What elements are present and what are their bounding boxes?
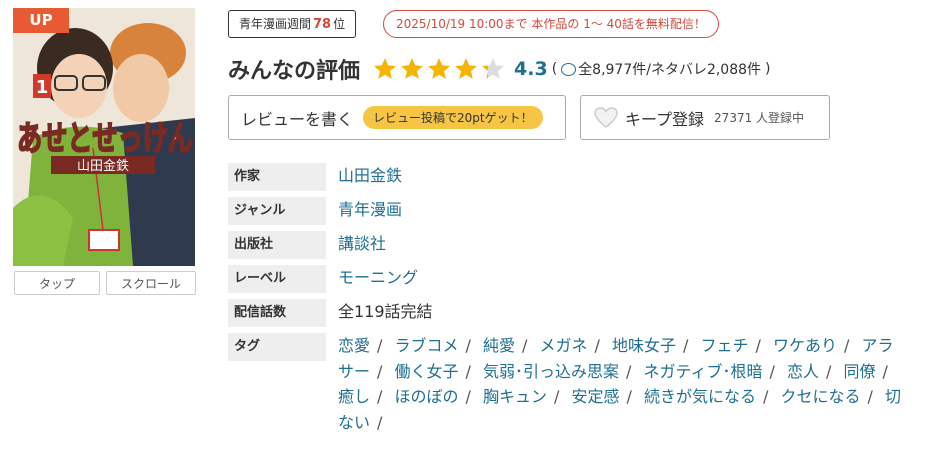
- star-icon: [374, 58, 396, 79]
- detail-row-publisher: 出版社 講談社: [228, 231, 903, 259]
- rating-row: みんなの評価 4.3 ( 全8,977件/ネタバレ2,088件 ): [228, 52, 771, 86]
- detail-row-episodes: 配信話数 全119話完結: [228, 299, 903, 327]
- tag-link[interactable]: 地味女子: [612, 336, 676, 355]
- cover-title-art: あせとせっけん: [17, 119, 193, 159]
- tag-link[interactable]: 同僚: [844, 362, 876, 381]
- details-table: 作家 山田金鉄 ジャンル 青年漫画 出版社 講談社 レーベル モーニング 配信話…: [228, 163, 903, 441]
- scroll-view-button[interactable]: スクロール: [106, 271, 196, 295]
- tag-separator: /: [377, 412, 383, 432]
- cover-author-art: 山田金鉄: [77, 158, 129, 174]
- tag-separator: /: [844, 336, 850, 355]
- tag-separator: /: [377, 361, 383, 381]
- star-icon: [401, 58, 423, 79]
- tag-separator: /: [626, 387, 632, 406]
- tag-link[interactable]: ラブコメ: [395, 336, 459, 355]
- cover-image[interactable]: あせとせっけん 1 山田金鉄: [13, 8, 195, 266]
- write-review-label: レビューを書く: [241, 109, 354, 129]
- tag-separator: /: [867, 387, 873, 406]
- detail-row-author: 作家 山田金鉄: [228, 163, 903, 191]
- tag-link[interactable]: 働く女子: [395, 362, 459, 381]
- detail-label: 作家: [228, 163, 326, 191]
- genre-link[interactable]: 青年漫画: [338, 197, 402, 225]
- ranking-prefix: 青年漫画週間: [239, 17, 312, 31]
- tag-separator: /: [465, 336, 471, 355]
- tag-link[interactable]: 続きが気になる: [644, 387, 756, 406]
- tag-separator: /: [626, 361, 632, 381]
- ranking-suffix: 位: [333, 17, 346, 31]
- tag-link[interactable]: 胸キュン: [483, 387, 547, 406]
- tag-link[interactable]: メガネ: [540, 336, 588, 355]
- tag-link[interactable]: 安定感: [572, 387, 620, 406]
- review-points-pill: レビュー投稿で20ptゲット！: [363, 106, 543, 129]
- free-episodes-notice[interactable]: 2025/10/19 10:00まで 本作品の 1～ 40話を無料配信！: [383, 10, 719, 38]
- tag-link[interactable]: クセになる: [781, 387, 861, 406]
- detail-row-tags: タグ 恋愛 / ラブコメ / 純愛 / メガネ / 地味女子 / フェチ / ワケあり / ア…: [228, 333, 903, 435]
- count-close-paren: ): [765, 61, 771, 77]
- tag-separator: /: [377, 387, 383, 406]
- star-icon: [482, 58, 504, 79]
- tag-separator: /: [554, 387, 560, 406]
- keep-button[interactable]: キープ登録 27371 人登録中: [580, 95, 830, 140]
- tag-separator: /: [594, 336, 600, 355]
- tag-separator: /: [826, 361, 832, 381]
- detail-label: レーベル: [228, 265, 326, 293]
- keep-count: 27371 人登録中: [714, 111, 805, 125]
- write-review-button[interactable]: レビューを書く レビュー投稿で20ptゲット！: [228, 95, 566, 140]
- tag-link[interactable]: 恋愛: [338, 336, 370, 355]
- detail-row-genre: ジャンル 青年漫画: [228, 197, 903, 225]
- detail-row-label: レーベル モーニング: [228, 265, 903, 293]
- heart-icon: [594, 106, 618, 128]
- tag-link[interactable]: 純愛: [483, 336, 515, 355]
- tag-link[interactable]: ワケあり: [773, 336, 837, 355]
- star-icon: [455, 58, 477, 79]
- tag-link[interactable]: 癒し: [338, 387, 370, 406]
- tag-link[interactable]: ネガティブ･根暗: [644, 362, 763, 381]
- episode-count: 全119話完結: [338, 302, 433, 321]
- comment-bubble-icon: [561, 62, 577, 76]
- detail-label: 配信話数: [228, 299, 326, 327]
- keep-label: キープ登録: [625, 109, 705, 129]
- tag-separator: /: [465, 361, 471, 381]
- count-open-paren: (: [551, 61, 558, 77]
- review-count-text: 全8,977件/ネタバレ2,088件: [578, 62, 762, 78]
- cover-volume-number: 1: [36, 77, 49, 98]
- tag-separator: /: [755, 336, 761, 355]
- tag-link[interactable]: 恋人: [787, 362, 819, 381]
- tag-link[interactable]: ほのぼの: [395, 387, 459, 406]
- detail-label: 出版社: [228, 231, 326, 259]
- tag-list: 恋愛 / ラブコメ / 純愛 / メガネ / 地味女子 / フェチ / ワケあり / アラサー…: [338, 333, 903, 435]
- imprint-link[interactable]: モーニング: [338, 265, 418, 293]
- tag-separator: /: [769, 361, 775, 381]
- publisher-link[interactable]: 講談社: [338, 231, 386, 259]
- review-count-link[interactable]: ( 全8,977件/ネタバレ2,088件 ): [552, 59, 771, 79]
- tap-view-button[interactable]: タップ: [14, 271, 100, 295]
- tag-separator: /: [522, 336, 528, 355]
- tag-link[interactable]: 気弱･引っ込み思案: [483, 362, 619, 381]
- detail-label: タグ: [228, 333, 326, 361]
- tag-separator: /: [882, 361, 888, 381]
- tag-separator: /: [377, 336, 383, 355]
- detail-label: ジャンル: [228, 197, 326, 225]
- rating-stars: [372, 56, 506, 82]
- tag-link[interactable]: フェチ: [701, 336, 749, 355]
- star-icon: [428, 58, 450, 79]
- up-badge: UP: [13, 8, 69, 33]
- author-link[interactable]: 山田金鉄: [338, 163, 402, 191]
- tag-separator: /: [763, 387, 769, 406]
- rating-value: 4.3: [514, 58, 548, 80]
- ranking-number: 78: [313, 17, 332, 32]
- ranking-badge[interactable]: 青年漫画週間 78 位: [228, 10, 357, 38]
- tag-separator: /: [683, 336, 689, 355]
- tag-separator: /: [465, 387, 471, 406]
- rating-title: みんなの評価: [228, 59, 361, 84]
